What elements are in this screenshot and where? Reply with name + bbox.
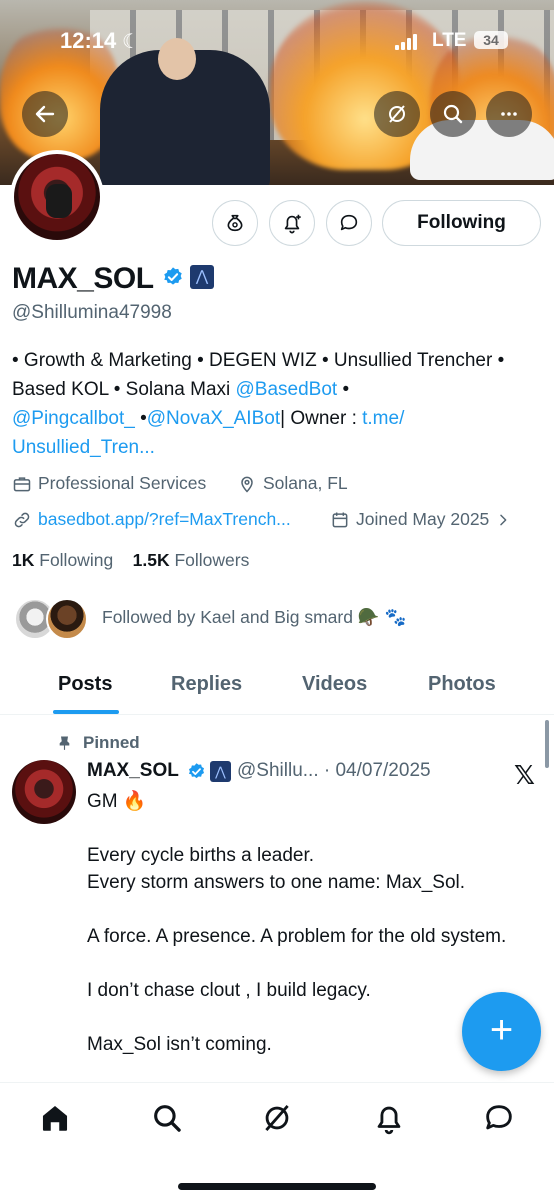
bio-text: | Owner :	[280, 408, 363, 429]
banner-car	[410, 120, 554, 180]
moon-icon: ☾	[122, 31, 140, 53]
joined-label: Joined May 2025	[356, 509, 490, 529]
profile-avatar[interactable]	[10, 150, 104, 244]
link-icon	[14, 512, 30, 527]
followers-count-link[interactable]: 1.5K Followers	[133, 550, 250, 570]
following-label: Following	[39, 550, 114, 570]
bell-plus-icon	[284, 214, 301, 234]
notifications-button[interactable]	[269, 200, 315, 246]
more-button[interactable]	[486, 91, 532, 137]
grok-button[interactable]	[374, 91, 420, 137]
tip-button[interactable]	[212, 200, 258, 246]
message-button[interactable]	[326, 200, 372, 246]
messages-icon[interactable]	[482, 1101, 516, 1135]
verified-badge-icon	[188, 763, 205, 779]
home-icon[interactable]	[38, 1101, 72, 1135]
followers-count: 1.5K	[132, 550, 170, 570]
calendar-icon	[332, 512, 348, 527]
compose-button[interactable]: +	[462, 992, 541, 1071]
profile-joined[interactable]: Joined May 2025	[330, 509, 511, 530]
tab-photos[interactable]: Photos	[428, 673, 496, 696]
pinned-label: Pinned	[58, 733, 140, 753]
x-logo-icon: 𝕏	[514, 760, 535, 790]
post-author-avatar[interactable]	[12, 760, 76, 824]
grok-icon	[389, 105, 405, 123]
follow-counts: 1K Following 1.5K Followers	[12, 550, 249, 571]
category-label: Professional Services	[38, 473, 207, 493]
home-indicator	[178, 1183, 376, 1190]
chevron-right-icon	[500, 514, 507, 525]
chat-bubble-icon	[340, 214, 358, 231]
post-author-name[interactable]: MAX_SOL	[87, 760, 179, 782]
tab-posts[interactable]: Posts	[58, 673, 112, 696]
bottom-nav	[0, 1082, 554, 1200]
network-label: LTE	[432, 30, 467, 51]
search-icon	[443, 104, 463, 124]
following-count-link[interactable]: 1K Following	[12, 550, 113, 570]
bio-mention-novax[interactable]: @NovaX_AIBot	[147, 408, 280, 429]
post-body[interactable]: GM 🔥 Every cycle births a leader. Every …	[87, 788, 527, 1058]
signal-icon	[395, 34, 417, 50]
tab-videos[interactable]: Videos	[302, 673, 367, 696]
tab-replies[interactable]: Replies	[171, 673, 242, 696]
profile-bio: • Growth & Marketing • DEGEN WIZ • Unsul…	[12, 346, 542, 462]
back-button[interactable]	[22, 91, 68, 137]
status-time: 12:14	[60, 28, 117, 53]
profile-tabs: Posts Replies Videos Photos	[0, 665, 554, 715]
more-dots-icon	[501, 112, 517, 116]
pin-icon	[59, 736, 70, 750]
search-icon[interactable]	[150, 1101, 184, 1135]
bio-mention-pingcallbot[interactable]: @Pingcallbot_	[12, 408, 135, 429]
bio-mention-basedbot[interactable]: @BasedBot	[236, 379, 338, 400]
profile-website[interactable]: basedbot.app/?ref=MaxTrench...	[12, 509, 291, 530]
website-link[interactable]: basedbot.app/?ref=MaxTrench...	[38, 509, 291, 530]
follower-avatar[interactable]	[46, 598, 88, 640]
following-count: 1K	[12, 550, 35, 570]
location-label: Solana, FL	[263, 473, 348, 493]
affiliate-badge-icon: ⋀	[210, 761, 231, 782]
followed-by-text[interactable]: Followed by Kael and Big smard 🪖 🐾	[102, 607, 406, 628]
location-pin-icon	[241, 476, 253, 493]
affiliate-badge-icon[interactable]: ⋀	[190, 265, 214, 289]
profile-name: MAX_SOL	[12, 262, 154, 295]
bio-text: •	[134, 408, 147, 429]
following-button[interactable]: Following	[382, 200, 541, 246]
scrollbar[interactable]	[545, 720, 549, 768]
arrow-left-icon	[35, 105, 55, 123]
grok-icon[interactable]	[260, 1101, 294, 1135]
search-button[interactable]	[430, 91, 476, 137]
avatar-figure	[46, 184, 72, 218]
bio-text: •	[337, 379, 350, 400]
battery-icon: 34	[474, 31, 508, 49]
bell-icon[interactable]	[372, 1101, 406, 1135]
status-bar: 12:14 ☾ LTE 34	[0, 28, 554, 58]
verified-badge-icon	[164, 267, 182, 285]
profile-handle: @Shillumina47998	[12, 302, 172, 323]
followers-label: Followers	[174, 550, 250, 570]
post-handle-date: @Shillu... · 04/07/2025	[237, 760, 431, 781]
profile-category: Professional Services	[12, 473, 206, 494]
pinned-text: Pinned	[83, 733, 140, 752]
money-bag-icon	[227, 214, 243, 232]
briefcase-icon	[13, 476, 31, 491]
active-tab-indicator	[53, 710, 119, 714]
profile-location: Solana, FL	[237, 473, 348, 494]
